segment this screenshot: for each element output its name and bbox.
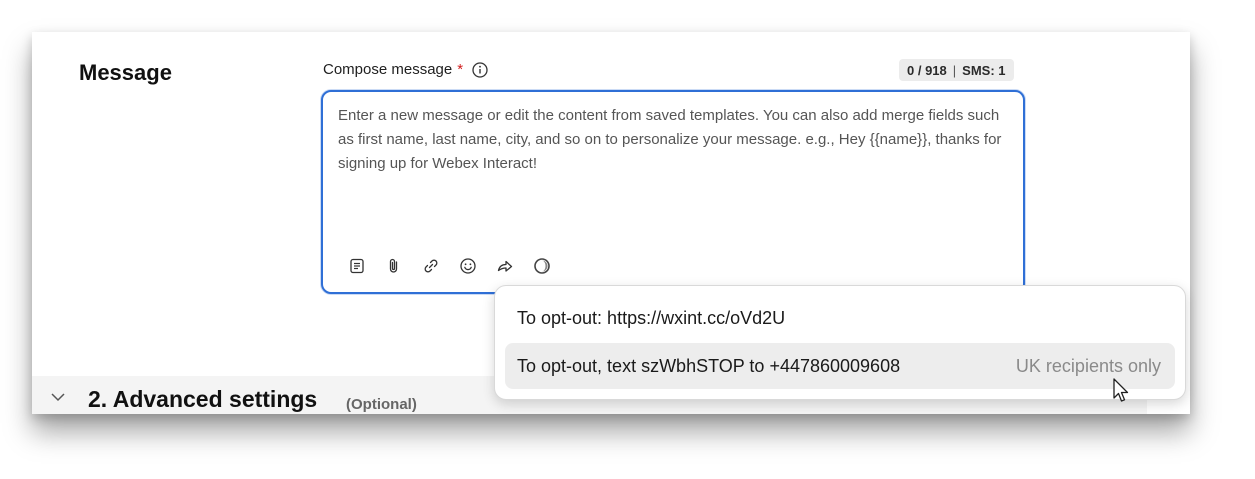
link-icon[interactable] <box>421 256 440 275</box>
chevron-down-icon <box>51 393 65 402</box>
advanced-settings-title: 2. Advanced settings <box>88 386 318 412</box>
template-icon[interactable] <box>347 256 366 275</box>
advanced-settings-optional: (Optional) <box>346 396 417 413</box>
opt-out-menu: To opt-out: https://wxint.cc/oVd2U To op… <box>494 285 1186 400</box>
required-mark: * <box>457 61 464 78</box>
compose-label-text: Compose message <box>323 61 453 78</box>
counter-separator: | <box>952 62 957 78</box>
opt-out-option-text[interactable]: To opt-out, text szWbhSTOP to +447860009… <box>505 343 1175 389</box>
opt-out-option-label: To opt-out, text szWbhSTOP to +447860009… <box>517 355 901 376</box>
character-counter: 0 / 918 | SMS: 1 <box>899 59 1014 81</box>
compose-label: Compose message * <box>323 61 488 78</box>
ai-assist-icon[interactable] <box>532 256 551 275</box>
opt-out-icon[interactable] <box>495 256 514 275</box>
attachment-icon[interactable] <box>384 256 403 275</box>
message-textarea[interactable]: Enter a new message or edit the content … <box>321 90 1025 294</box>
message-placeholder: Enter a new message or edit the content … <box>338 107 1002 172</box>
sms-count: SMS: 1 <box>962 62 1006 78</box>
opt-out-option-link[interactable]: To opt-out: https://wxint.cc/oVd2U <box>505 295 1175 341</box>
compose-toolbar <box>347 256 551 275</box>
char-count: 0 / 918 <box>907 62 947 78</box>
opt-out-option-label: To opt-out: https://wxint.cc/oVd2U <box>517 307 786 328</box>
opt-out-option-hint: UK recipients only <box>1015 355 1161 376</box>
section-title: Message <box>79 60 172 85</box>
emoji-icon[interactable] <box>458 256 477 275</box>
mouse-cursor-icon <box>1113 378 1129 402</box>
info-icon[interactable] <box>472 61 488 78</box>
